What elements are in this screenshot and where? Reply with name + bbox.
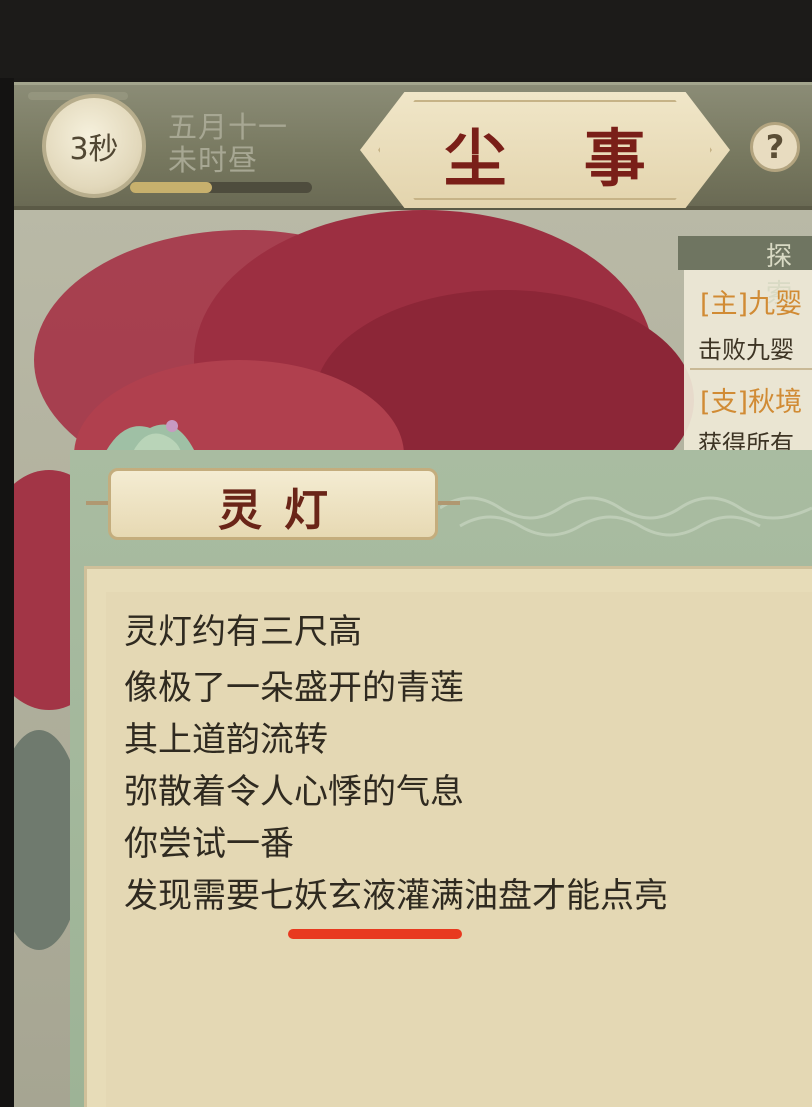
dialog-line: 像极了一朵盛开的青莲: [124, 668, 464, 708]
page-title: 尘 事: [444, 122, 674, 195]
quest-divider: [690, 368, 812, 370]
dialog-line: 你尝试一番: [124, 824, 294, 864]
side-quest-title[interactable]: [支]秋境: [700, 380, 802, 419]
left-frame: [0, 78, 14, 1107]
game-time: 未时昼: [168, 143, 259, 177]
highlight-underline: [288, 929, 462, 939]
dialog-line: 灵灯约有三尺高: [124, 612, 362, 652]
dialog-line: 发现需要七妖玄液灌满油盘才能点亮: [124, 876, 668, 916]
time-progress-fill: [130, 182, 212, 193]
timer-text: 3秒: [69, 132, 119, 167]
top-bar: [0, 0, 812, 78]
dialog-line: 其上道韵流转: [124, 720, 328, 760]
dialog-title: 灵灯: [218, 485, 350, 536]
timer-badge: 3秒: [42, 94, 146, 198]
help-button[interactable]: ?: [750, 122, 800, 172]
main-quest-desc: 击败九婴: [698, 336, 794, 364]
dialog-line: 弥散着令人心悸的气息: [124, 772, 464, 812]
wave-decoration: [440, 496, 812, 537]
main-quest-title[interactable]: [主]九婴: [700, 282, 802, 321]
question-icon: ?: [765, 128, 785, 166]
